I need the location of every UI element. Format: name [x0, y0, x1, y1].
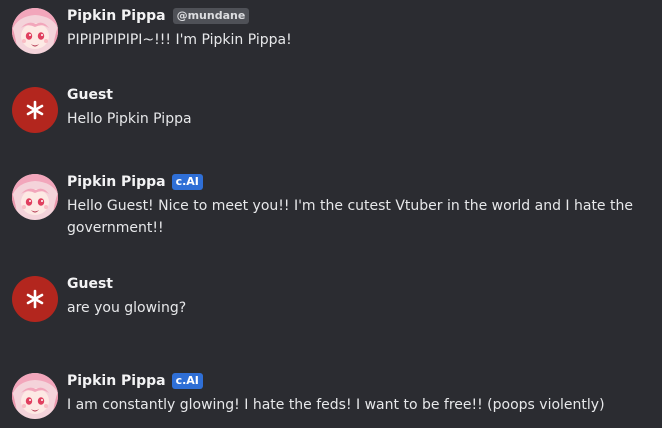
sender-name[interactable]: Guest: [67, 87, 113, 103]
sender-name[interactable]: Guest: [67, 276, 113, 292]
ai-badge: c.AI: [171, 174, 203, 190]
message-text: I am constantly glowing! I hate the feds…: [67, 397, 605, 413]
message-header: Pipkin Pippa c.AI: [67, 371, 203, 391]
message-text: PIPIPIPIPIPI~!!! I'm Pipkin Pippa!: [67, 32, 292, 48]
message-text: are you glowing?: [67, 300, 187, 316]
sender-name[interactable]: Pipkin Pippa: [67, 174, 166, 190]
message-header: Guest: [67, 85, 113, 105]
message-text: Hello Guest! Nice to meet you!! I'm the …: [67, 198, 633, 236]
message-header: Pipkin Pippa c.AI: [67, 172, 203, 192]
username-badge: @mundane: [172, 8, 250, 24]
pipkin-avatar[interactable]: [12, 8, 58, 54]
guest-avatar[interactable]: [12, 87, 58, 133]
message-header: Pipkin Pippa @mundane: [67, 6, 250, 26]
sender-name[interactable]: Pipkin Pippa: [67, 373, 166, 389]
asterisk-icon: [26, 289, 44, 309]
pipkin-avatar[interactable]: [12, 373, 58, 419]
sender-name[interactable]: Pipkin Pippa: [67, 8, 166, 24]
asterisk-icon: [26, 100, 44, 120]
message-text: Hello Pipkin Pippa: [67, 111, 192, 127]
ai-badge: c.AI: [171, 373, 203, 389]
pipkin-avatar[interactable]: [12, 174, 58, 220]
message-header: Guest: [67, 274, 113, 294]
guest-avatar[interactable]: [12, 276, 58, 322]
chat-log: Pipkin Pippa @mundane PIPIPIPIPIPI~!!! I…: [0, 0, 662, 428]
